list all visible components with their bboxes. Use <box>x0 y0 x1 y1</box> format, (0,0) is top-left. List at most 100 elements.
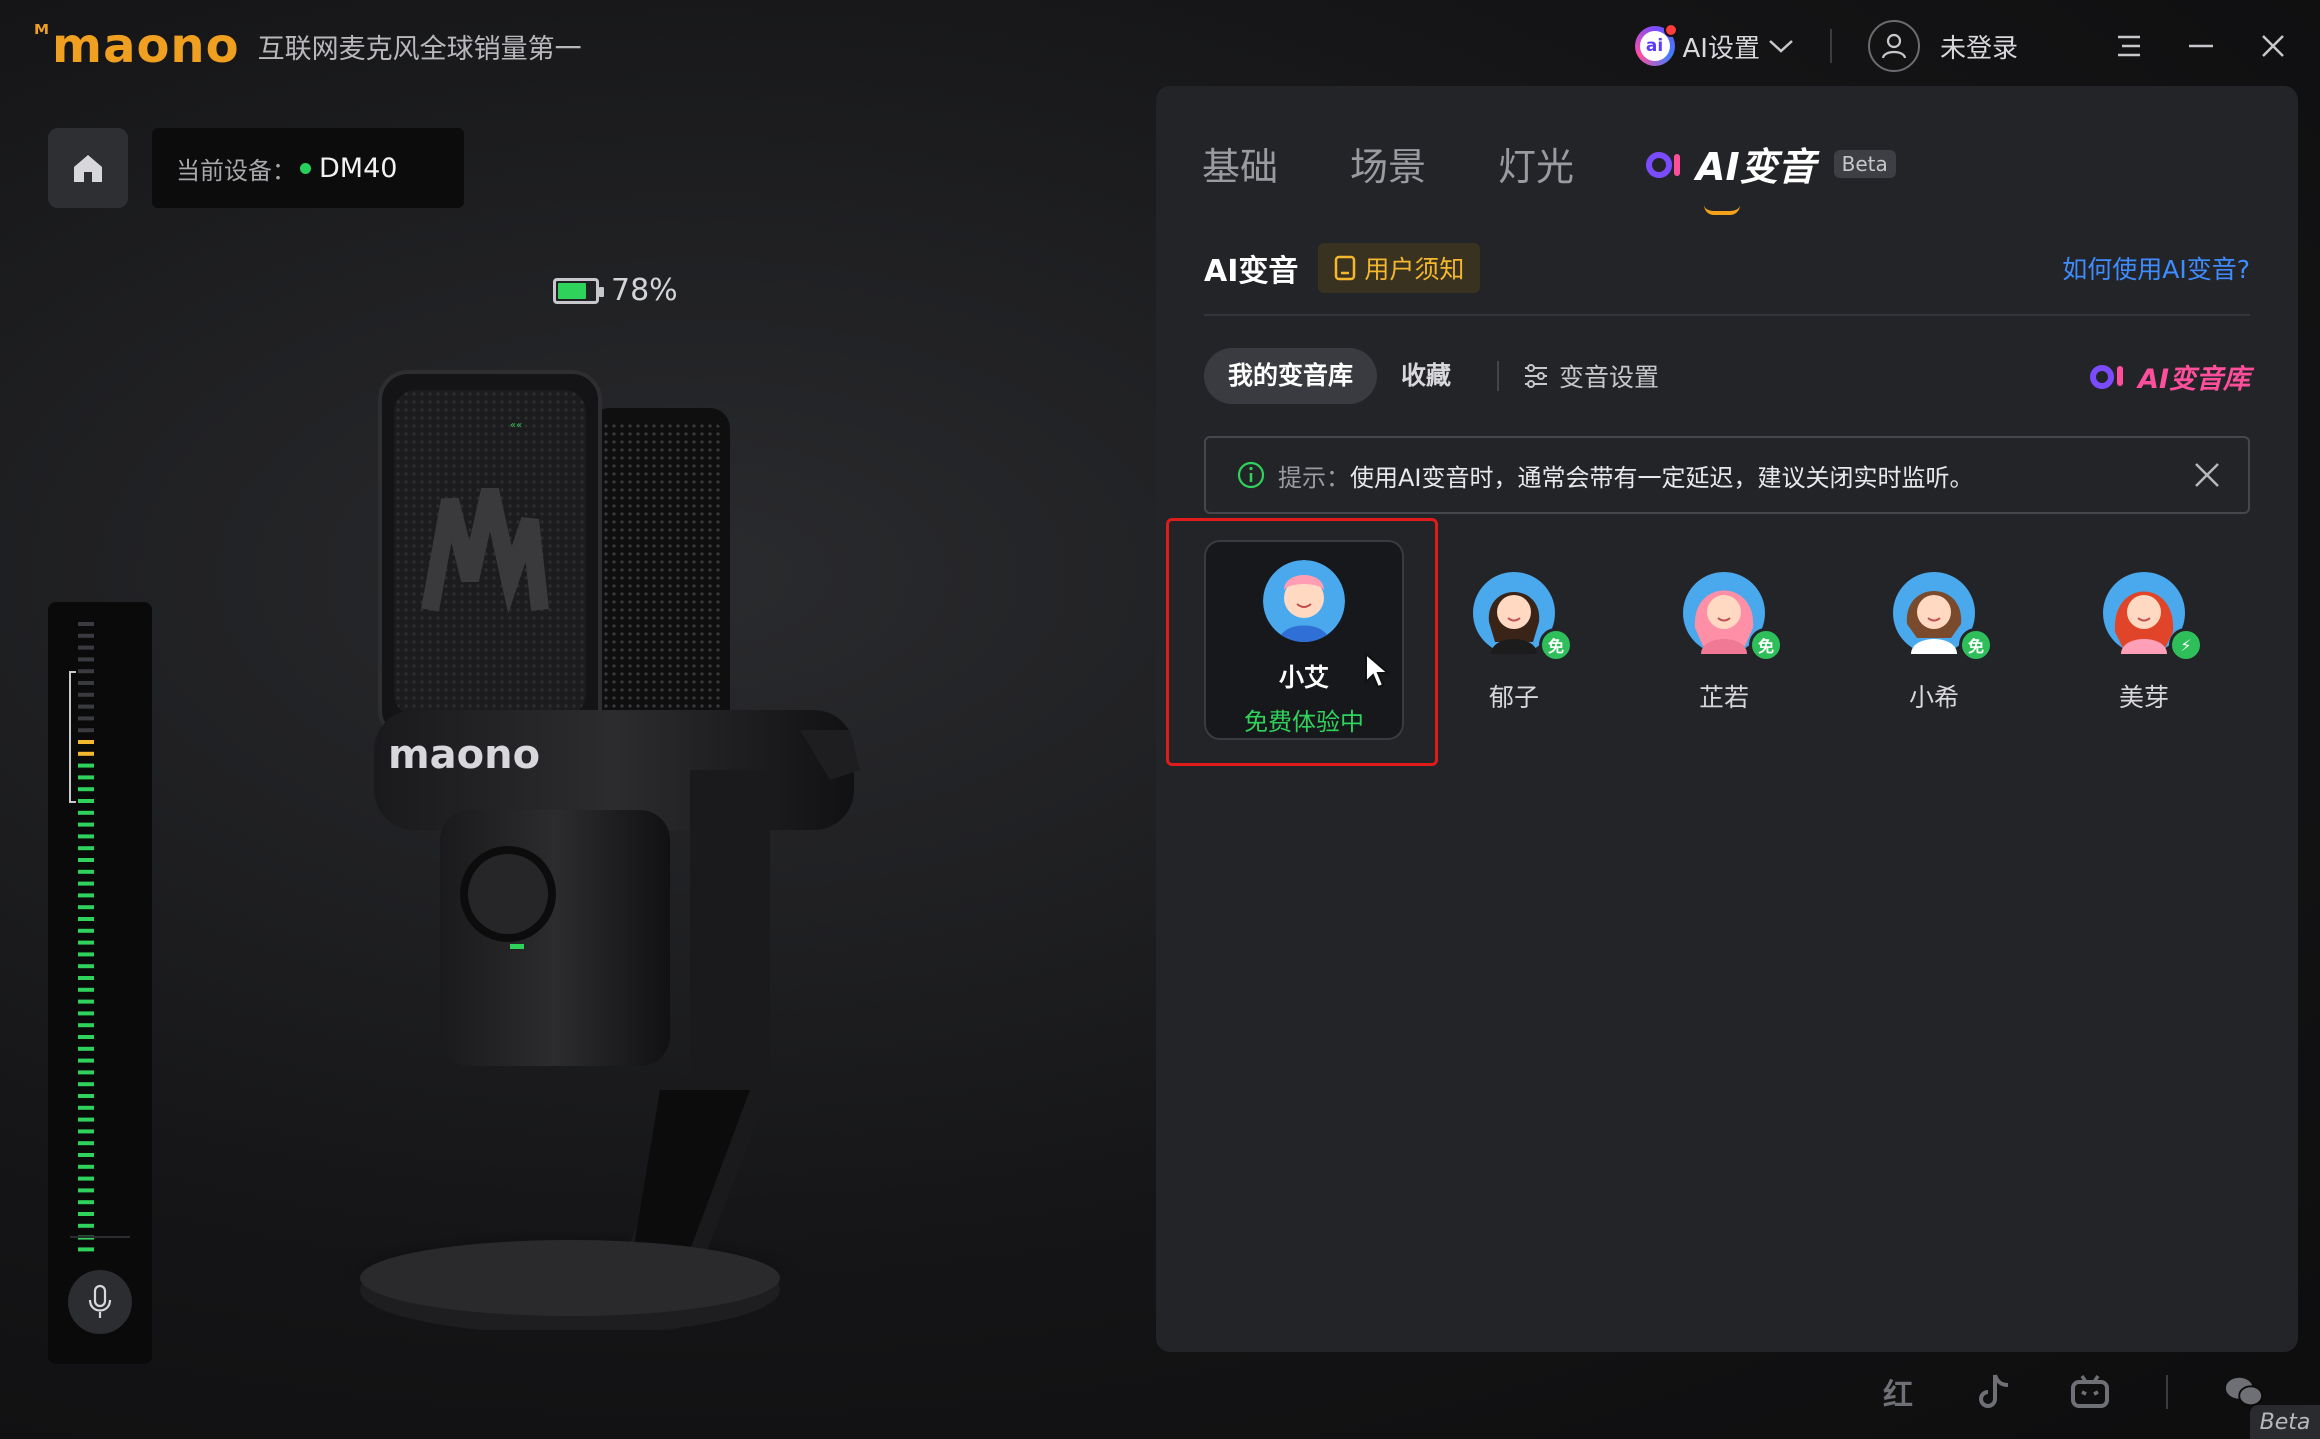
xiaohongshu-icon[interactable]: 红 <box>1878 1372 1918 1413</box>
meter-segment <box>78 893 94 898</box>
meter-segment <box>78 1200 94 1205</box>
tab-basic[interactable]: 基础 <box>1202 136 1278 191</box>
meter-segment <box>78 657 94 662</box>
voice-card-xiaoxi[interactable]: 免 小希 <box>1834 540 2034 740</box>
meter-segment <box>78 1117 94 1122</box>
settings-panel: 基础 场景 灯光 AI变音 Beta AI变音 用户须知 如何使用AI变音? 我… <box>1156 86 2298 1352</box>
tip-prefix: 提示： <box>1278 463 1350 492</box>
meter-segment <box>78 692 94 697</box>
menu-button[interactable] <box>2112 29 2146 63</box>
howto-link[interactable]: 如何使用AI变音? <box>2062 250 2250 286</box>
meter-segment <box>78 799 94 803</box>
voice-card-zhiruo[interactable]: 免 芷若 <box>1624 540 1824 740</box>
user-notice-label: 用户须知 <box>1364 255 1465 284</box>
meter-segment <box>78 976 94 980</box>
device-label: 当前设备： <box>176 156 296 185</box>
voice-card-meiya[interactable]: ⚡ 美芽 <box>2044 540 2244 740</box>
voice-status: 免费体验中 <box>1244 708 1364 736</box>
sliders-icon <box>1525 364 1548 388</box>
meter-segment <box>78 1141 94 1146</box>
battery-fill <box>558 282 587 299</box>
meter-segment <box>78 1082 94 1087</box>
meter-segment <box>78 622 94 626</box>
battery-icon <box>553 277 604 304</box>
meter-segment <box>78 810 94 815</box>
ai-voice-library-button[interactable]: AI变音库 <box>2090 357 2250 396</box>
tip-message: 使用AI变音时，通常会带有一定延迟，建议关闭实时监听。 <box>1350 463 1974 492</box>
bilibili-icon[interactable] <box>2070 1372 2110 1412</box>
meter-segment <box>78 1105 94 1110</box>
meter-segment <box>78 1011 94 1016</box>
svg-text:««: «« <box>510 420 522 431</box>
meter-segment <box>78 1094 94 1098</box>
meter-segment <box>78 669 94 674</box>
meter-segment <box>78 1247 94 1252</box>
login-status-link[interactable]: 未登录 <box>1940 28 2018 65</box>
meter-segment <box>78 775 94 780</box>
section-divider <box>1204 314 2250 316</box>
voice-name: 小艾 <box>1278 663 1329 692</box>
svg-text:maono: maono <box>388 732 540 778</box>
section-header: AI变音 用户须知 如何使用AI变音? <box>1204 240 2250 296</box>
meter-segment <box>78 1058 94 1063</box>
subtab-my-library[interactable]: 我的变音库 <box>1204 348 1378 404</box>
peak-bracket <box>69 671 76 803</box>
current-device: 当前设备： DM40 <box>152 128 464 208</box>
tab-ai-voice-changer[interactable]: AI变音 Beta <box>1646 136 1896 215</box>
user-notice-button[interactable]: 用户须知 <box>1318 243 1481 293</box>
tiktok-icon[interactable] <box>1974 1372 2014 1412</box>
mic-mute-button[interactable] <box>68 1270 132 1334</box>
notice-book-icon <box>1335 255 1356 281</box>
subtab-favorites[interactable]: 收藏 <box>1377 348 1475 404</box>
social-links: 红 <box>1822 1372 2264 1413</box>
meter-segment <box>78 940 94 945</box>
meter-segment <box>78 987 94 992</box>
voice-list: 小艾 免费体验中 免 郁子 免 芷若 免 小希 ⚡ 美芽 <box>1204 540 2250 740</box>
free-badge: 免 <box>1539 628 1573 662</box>
voice-settings-label: 变音设置 <box>1559 363 1660 392</box>
close-window-button[interactable] <box>2256 29 2290 63</box>
meter-segment <box>78 1212 94 1216</box>
section-title: AI变音 <box>1204 254 1299 289</box>
home-icon <box>74 155 102 182</box>
meter-segment <box>78 1188 94 1193</box>
main-tabs: 基础 场景 灯光 AI变音 Beta <box>1202 136 1896 215</box>
avatar: 免 <box>1683 572 1783 662</box>
meter-segment <box>78 1153 94 1157</box>
voice-card-xiaoai[interactable]: 小艾 免费体验中 <box>1204 540 1404 740</box>
ai-settings-label: AI设置 <box>1682 33 1760 64</box>
tab-lighting[interactable]: 灯光 <box>1498 136 1574 191</box>
meter-segment <box>78 740 94 744</box>
user-icon <box>1881 33 1907 59</box>
meter-segment <box>78 1129 94 1134</box>
tab-scene[interactable]: 场景 <box>1350 136 1426 191</box>
meter-divider <box>70 1236 130 1238</box>
menu-icon <box>2118 35 2140 57</box>
active-tab-indicator <box>1704 205 1741 215</box>
voice-card-yuzi[interactable]: 免 郁子 <box>1414 540 1614 740</box>
user-avatar-button[interactable] <box>1867 20 1920 72</box>
input-level-meter <box>48 602 152 1364</box>
home-button[interactable] <box>48 128 128 208</box>
meter-segment <box>78 704 94 709</box>
voice-name: 小希 <box>1908 683 1959 712</box>
avatar: 免 <box>1893 572 1993 662</box>
free-badge: 免 <box>1749 628 1783 662</box>
meter-segment <box>78 1164 94 1169</box>
social-divider <box>2166 1375 2168 1409</box>
voice-name: 美芽 <box>2118 683 2169 712</box>
close-tip-icon[interactable] <box>2192 460 2222 490</box>
voice-name: 芷若 <box>1698 683 1749 712</box>
mouse-cursor-icon <box>1365 652 1390 689</box>
meter-segment <box>78 1176 94 1181</box>
minimize-button[interactable] <box>2184 29 2218 63</box>
device-connected-indicator <box>300 162 311 174</box>
meter-segment <box>78 846 94 851</box>
meter-segment <box>78 881 94 886</box>
battery-percent: 78% <box>611 273 678 308</box>
meter-segment <box>78 681 94 685</box>
subtab-divider <box>1497 361 1500 391</box>
beta-badge: Beta <box>1833 149 1896 178</box>
ai-settings-button[interactable]: ai AI设置 <box>1634 23 1794 66</box>
voice-settings-button[interactable]: 变音设置 <box>1523 358 1659 394</box>
